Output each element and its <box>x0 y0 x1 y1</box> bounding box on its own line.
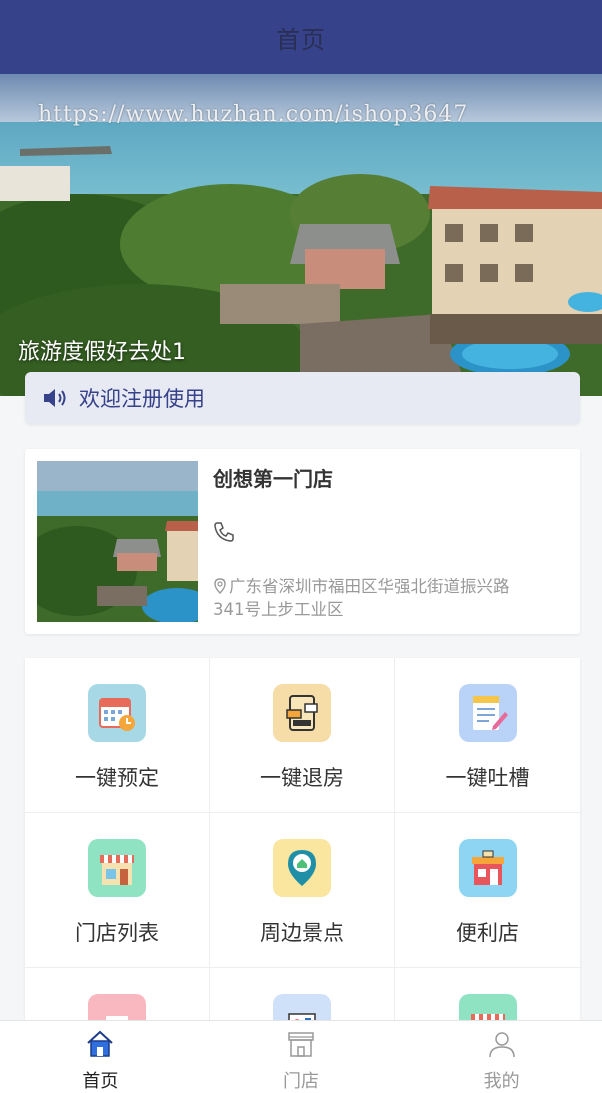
grid-item-label: 门店列表 <box>75 921 159 945</box>
store-name: 创想第一门店 <box>213 467 333 491</box>
grid-item-label: 一键退房 <box>260 766 344 790</box>
page-title: 首页 <box>276 25 326 54</box>
grid-item-booking[interactable]: 一键预定 <box>25 658 210 813</box>
store-image <box>37 461 198 622</box>
grid-item-9[interactable] <box>395 968 580 1020</box>
bottom-tab-bar: 首页 门店 我的 <box>0 1020 602 1093</box>
function-grid: 一键预定 一键退房 一键吐槽 门店列表 周边景点 便利店 <box>25 658 580 1020</box>
notice-bar[interactable]: 欢迎注册使用 <box>25 372 580 424</box>
banner-carousel[interactable]: https://www.huzhan.com/ishop3647 旅游度假好去处… <box>0 74 602 396</box>
banner-caption: 旅游度假好去处1 <box>18 340 186 365</box>
grid-item-8[interactable] <box>210 968 395 1020</box>
home-icon <box>87 1030 114 1057</box>
grid-item-checkout[interactable]: 一键退房 <box>210 658 395 813</box>
grid-item-nearby[interactable]: 周边景点 <box>210 813 395 968</box>
grid-item-label: 便利店 <box>456 921 519 945</box>
tab-home[interactable]: 首页 <box>0 1021 201 1093</box>
grid-item-7[interactable] <box>25 968 210 1020</box>
tab-label: 我的 <box>483 1071 520 1092</box>
tab-label: 首页 <box>82 1071 119 1092</box>
location-pin-icon <box>214 578 226 594</box>
service-icon <box>273 994 331 1020</box>
speaker-icon <box>44 389 66 407</box>
store-icon <box>88 839 146 897</box>
checkout-icon <box>273 684 331 742</box>
building-icon <box>88 994 146 1020</box>
store-address-text: 广东省深圳市福田区华强北街道振兴路341号上步工业区 <box>213 577 510 619</box>
tab-label: 门店 <box>283 1071 319 1092</box>
grid-item-feedback[interactable]: 一键吐槽 <box>395 658 580 813</box>
location-icon <box>273 839 331 897</box>
grid-item-label: 一键吐槽 <box>445 766 530 790</box>
storefront-icon <box>288 1032 314 1057</box>
calendar-icon <box>88 684 146 742</box>
grid-item-label: 一键预定 <box>75 766 159 790</box>
phone-icon[interactable] <box>213 521 235 543</box>
tab-stores[interactable]: 门店 <box>201 1021 402 1093</box>
top-nav-bar: 首页 <box>0 0 602 74</box>
store-address: 广东省深圳市福田区华强北街道振兴路341号上步工业区 <box>213 575 513 621</box>
notice-text: 欢迎注册使用 <box>79 387 205 411</box>
shop-icon <box>458 839 517 897</box>
user-icon <box>488 1032 515 1058</box>
grid-item-store-list[interactable]: 门店列表 <box>25 813 210 968</box>
grid-item-label: 周边景点 <box>260 921 344 945</box>
notepad-icon <box>458 684 517 742</box>
tab-mine[interactable]: 我的 <box>401 1021 602 1093</box>
store-card[interactable]: 创想第一门店 广东省深圳市福田区华强北街道振兴路341号上步工业区 <box>25 449 580 634</box>
grid-item-convenience[interactable]: 便利店 <box>395 813 580 968</box>
market-icon <box>458 994 517 1020</box>
banner-watermark: https://www.huzhan.com/ishop3647 <box>38 102 469 127</box>
